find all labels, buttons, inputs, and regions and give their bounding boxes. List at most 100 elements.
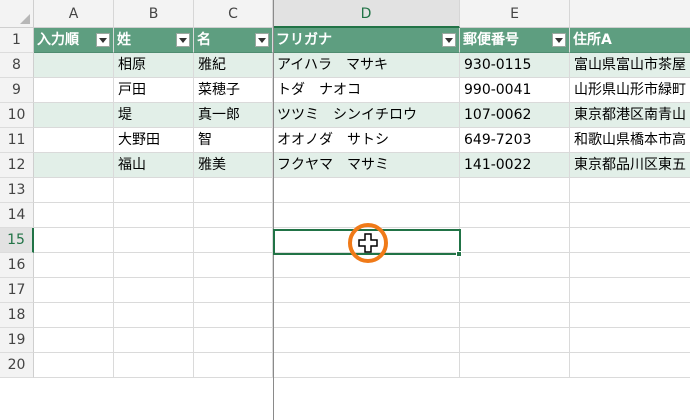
table-cell[interactable]: 菜穂子 [194,78,273,103]
cell[interactable] [460,303,570,328]
cell[interactable] [114,278,194,303]
row-header-16[interactable]: 16 [0,253,34,278]
cell[interactable] [194,303,273,328]
row-header-15[interactable]: 15 [0,228,34,253]
cell[interactable] [460,328,570,353]
cell[interactable] [34,303,114,328]
table-cell[interactable]: 富山県富山市茶屋 [570,53,690,78]
cell[interactable] [460,178,570,203]
table-cell[interactable]: 990-0041 [460,78,570,103]
table-cell[interactable]: 真一郎 [194,103,273,128]
cell[interactable] [34,253,114,278]
cell[interactable] [194,253,273,278]
table-cell[interactable]: 雅美 [194,153,273,178]
table-cell[interactable]: 649-7203 [460,128,570,153]
column-header-F[interactable] [570,0,690,28]
column-header-C[interactable]: C [194,0,273,28]
cell[interactable] [194,178,273,203]
table-cell[interactable]: 智 [194,128,273,153]
filter-dropdown-icon[interactable] [96,33,110,47]
table-cell[interactable]: 相原 [114,53,194,78]
row-header-1[interactable]: 1 [0,28,34,53]
cell[interactable] [273,178,460,203]
cell[interactable] [570,253,690,278]
table-cell[interactable] [34,103,114,128]
cell[interactable] [194,353,273,378]
cell[interactable] [460,353,570,378]
cell[interactable] [570,178,690,203]
cell[interactable] [114,178,194,203]
table-cell[interactable]: 東京都品川区東五 [570,153,690,178]
cell[interactable] [460,203,570,228]
table-cell[interactable] [34,78,114,103]
row-header-13[interactable]: 13 [0,178,34,203]
row-header-9[interactable]: 9 [0,78,34,103]
row-header-20[interactable]: 20 [0,353,34,378]
table-cell[interactable]: アイハラ マサキ [273,53,460,78]
row-header-8[interactable]: 8 [0,53,34,78]
row-header-10[interactable]: 10 [0,103,34,128]
select-all-corner[interactable] [0,0,34,28]
cell[interactable] [273,328,460,353]
table-cell[interactable]: 和歌山県橋本市高 [570,128,690,153]
table-cell[interactable]: 大野田 [114,128,194,153]
cell[interactable] [570,328,690,353]
filter-dropdown-icon[interactable] [255,33,269,47]
table-cell[interactable]: ツツミ シンイチロウ [273,103,460,128]
table-cell[interactable]: 107-0062 [460,103,570,128]
filter-dropdown-icon[interactable] [176,33,190,47]
table-cell[interactable]: 戸田 [114,78,194,103]
cell[interactable] [570,228,690,253]
cell[interactable] [194,278,273,303]
table-cell[interactable]: 福山 [114,153,194,178]
cell[interactable] [570,303,690,328]
table-header-cell[interactable]: 姓 [114,28,194,53]
cell[interactable] [114,228,194,253]
row-header-17[interactable]: 17 [0,278,34,303]
cell[interactable] [114,203,194,228]
table-cell[interactable]: 141-0022 [460,153,570,178]
table-cell[interactable]: 山形県山形市緑町 [570,78,690,103]
row-header-11[interactable]: 11 [0,128,34,153]
table-cell[interactable]: 雅紀 [194,53,273,78]
table-header-cell[interactable]: 住所A [570,28,690,53]
cell[interactable] [460,253,570,278]
column-header-A[interactable]: A [34,0,114,28]
cell[interactable] [194,328,273,353]
cell[interactable] [34,203,114,228]
cell[interactable] [570,203,690,228]
cell[interactable] [273,353,460,378]
table-cell[interactable] [34,53,114,78]
cell[interactable] [114,328,194,353]
table-cell[interactable]: 東京都港区南青山 [570,103,690,128]
row-header-12[interactable]: 12 [0,153,34,178]
filter-dropdown-icon[interactable] [442,33,456,47]
cell[interactable] [460,228,570,253]
row-header-18[interactable]: 18 [0,303,34,328]
cell[interactable] [34,228,114,253]
table-cell[interactable] [34,153,114,178]
table-cell[interactable]: トダ ナオコ [273,78,460,103]
table-header-cell[interactable]: フリガナ [273,28,460,53]
cell[interactable] [194,203,273,228]
cell[interactable] [34,353,114,378]
column-header-B[interactable]: B [114,0,194,28]
table-cell[interactable]: 930-0115 [460,53,570,78]
table-header-cell[interactable]: 入力順 [34,28,114,53]
cell[interactable] [273,278,460,303]
table-header-cell[interactable]: 名 [194,28,273,53]
table-cell[interactable]: オオノダ サトシ [273,128,460,153]
column-header-D[interactable]: D [273,0,460,28]
cell[interactable] [34,328,114,353]
row-header-14[interactable]: 14 [0,203,34,228]
cell[interactable] [460,278,570,303]
cell[interactable] [114,303,194,328]
fill-handle[interactable] [456,251,462,257]
cell[interactable] [114,253,194,278]
table-cell[interactable] [34,128,114,153]
cell[interactable] [34,278,114,303]
cell[interactable] [570,353,690,378]
table-cell[interactable]: 堤 [114,103,194,128]
filter-dropdown-icon[interactable] [552,33,566,47]
cell[interactable] [114,353,194,378]
